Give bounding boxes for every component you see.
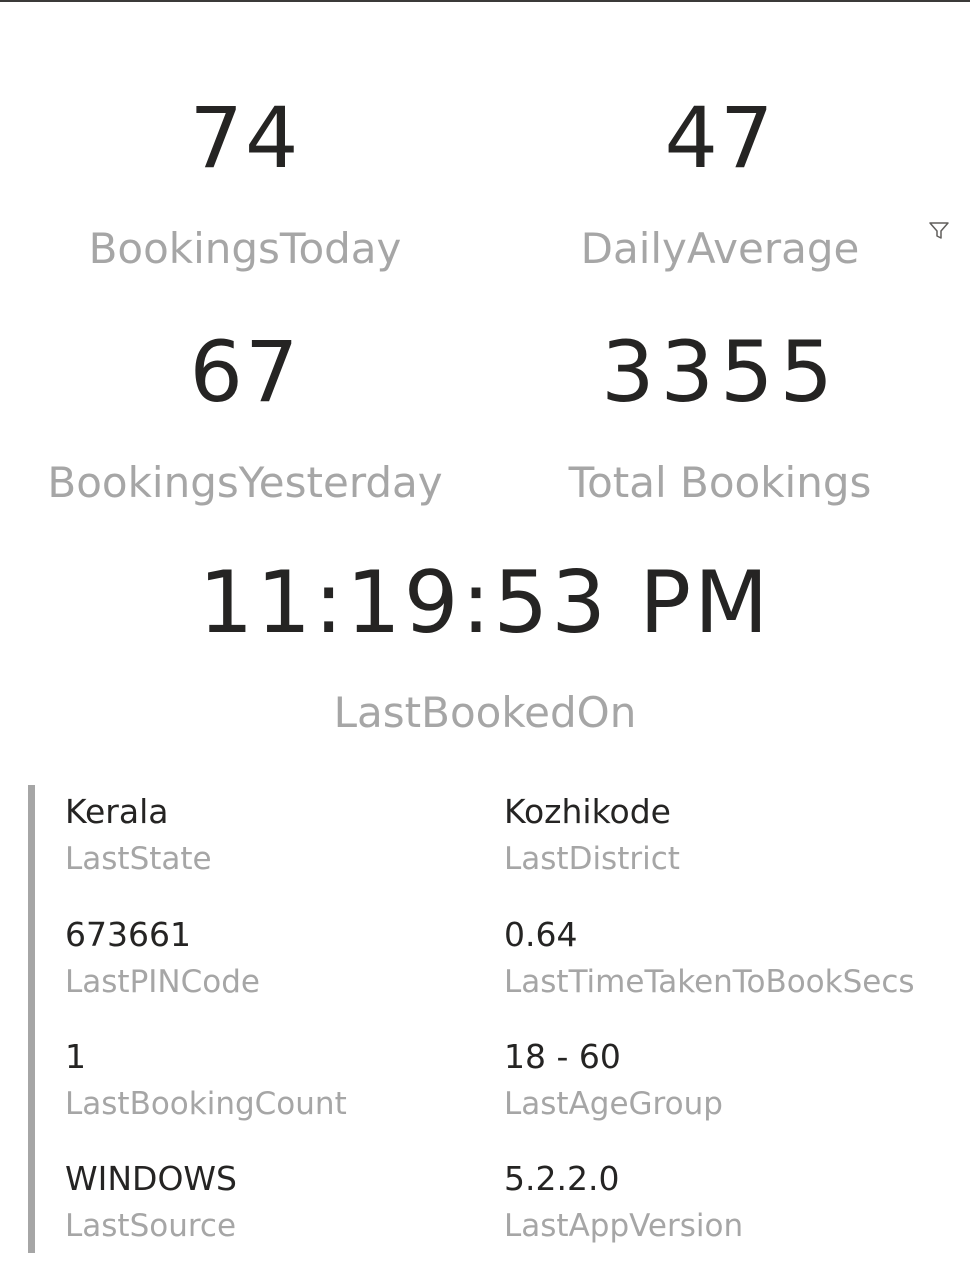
card-label: BookingsToday — [88, 224, 402, 273]
card-value: 67 — [189, 323, 301, 421]
field-value: Kozhikode — [504, 792, 671, 831]
field-label: LastState — [65, 841, 212, 877]
card-value: 74 — [189, 89, 301, 187]
field-label: LastDistrict — [504, 841, 680, 877]
card-label: LastBookedOn — [333, 688, 637, 737]
card-daily-average[interactable]: 47 DailyAverage — [510, 96, 930, 270]
field-last-app-version: 5.2.2.0 LastAppVersion — [504, 1162, 743, 1242]
field-label: LastBookingCount — [65, 1086, 347, 1122]
field-last-state: Kerala LastState — [65, 795, 212, 875]
field-label: LastTimeTakenToBookSecs — [504, 964, 915, 1000]
field-last-district: Kozhikode LastDistrict — [504, 795, 680, 875]
card-total-bookings[interactable]: 3355 Total Bookings — [510, 330, 930, 504]
field-value: 673661 — [65, 915, 191, 954]
field-last-booking-count: 1 LastBookingCount — [65, 1040, 347, 1120]
field-label: LastAppVersion — [504, 1208, 744, 1244]
field-value: 0.64 — [504, 915, 578, 954]
card-value: 3355 — [601, 323, 839, 421]
card-label: Total Bookings — [568, 458, 872, 507]
field-value: Kerala — [65, 792, 169, 831]
field-last-age-group: 18 - 60 LastAgeGroup — [504, 1040, 723, 1120]
field-last-source: WINDOWS LastSource — [65, 1162, 237, 1242]
card-label: DailyAverage — [580, 224, 860, 273]
top-border — [0, 0, 970, 2]
field-value: 18 - 60 — [504, 1037, 621, 1076]
card-value: 11:19:53 PM — [198, 553, 772, 653]
field-value: 1 — [65, 1037, 86, 1076]
field-label: LastPINCode — [65, 964, 260, 1000]
multi-row-card[interactable]: Kerala LastState Kozhikode LastDistrict … — [28, 785, 948, 1253]
card-label: BookingsYesterday — [47, 458, 443, 507]
field-label: LastSource — [65, 1208, 237, 1244]
accent-bar — [28, 785, 35, 1253]
field-label: LastAgeGroup — [504, 1086, 723, 1122]
field-value: WINDOWS — [65, 1159, 238, 1198]
card-value: 47 — [664, 89, 776, 187]
field-last-time-taken: 0.64 LastTimeTakenToBookSecs — [504, 918, 915, 998]
card-last-booked-on[interactable]: 11:19:53 PM LastBookedOn — [0, 560, 970, 734]
filter-icon[interactable] — [928, 220, 950, 242]
field-last-pincode: 673661 LastPINCode — [65, 918, 260, 998]
card-bookings-yesterday[interactable]: 67 BookingsYesterday — [40, 330, 450, 504]
card-bookings-today[interactable]: 74 BookingsToday — [40, 96, 450, 270]
field-value: 5.2.2.0 — [504, 1159, 620, 1198]
